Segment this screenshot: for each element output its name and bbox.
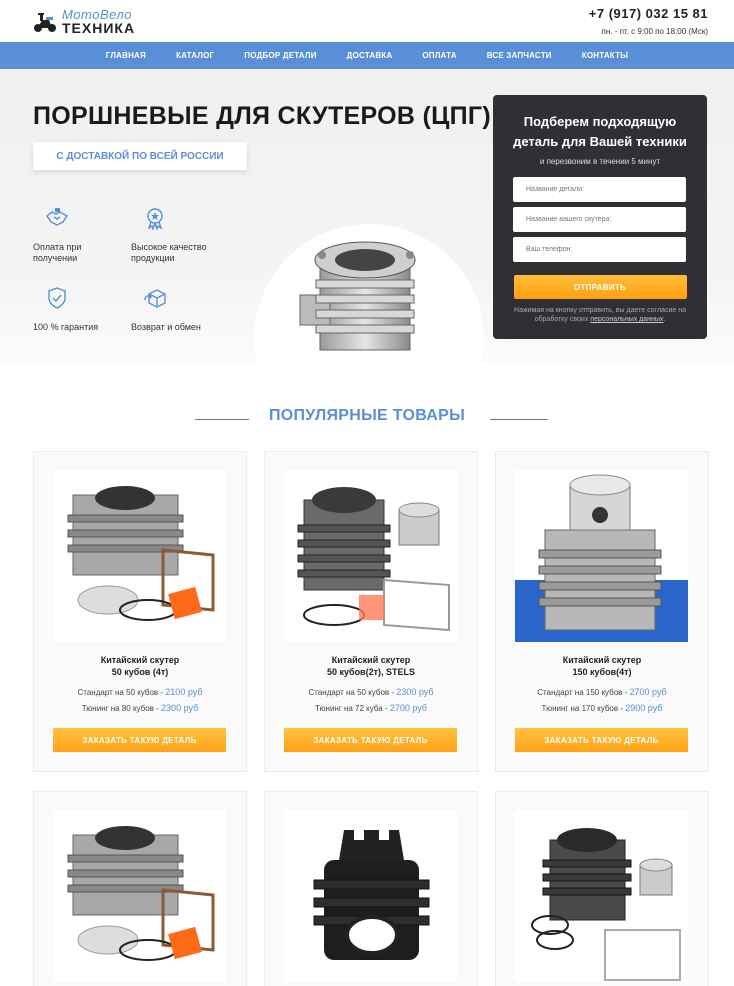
nav-item-contacts[interactable]: КОНТАКТЫ [567, 51, 643, 60]
standard-label: Стандарт на 50 кубов - [308, 688, 395, 697]
product-name-line1: Китайский скутер [562, 655, 642, 665]
standard-label: Стандарт на 50 кубов - [77, 688, 164, 697]
form-title: Подберем подходящую деталь для Вашей тех… [513, 114, 687, 149]
feature-quality-label: Высокое качество продукции [131, 241, 207, 264]
nav-item-catalog[interactable]: КАТАЛОГ [161, 51, 229, 60]
product-card: Китайский скутер 150 кубов(4т) Стандарт … [495, 451, 709, 772]
tuning-label: Тюнинг на 72 куба - [314, 704, 388, 713]
header-contacts: +7 (917) 032 15 81 пн. - пт. с 9:00 по 1… [589, 6, 708, 36]
product-name-line1: Китайский скутер [331, 655, 411, 665]
product-card [33, 791, 247, 986]
popular-products-heading: ПОПУЛЯРНЫЕ ТОВАРЫ [0, 407, 734, 425]
delivery-badge: С ДОСТАВКОЙ ПО ВСЕЙ РОССИИ [33, 142, 247, 170]
tuning-price: 2900 руб [625, 703, 663, 713]
work-hours: пн. - пт. с 9:00 по 18:00 (Мск) [601, 27, 708, 36]
product-image [515, 810, 688, 982]
feature-payment-label: Оплата при получении [33, 241, 82, 264]
standard-price-line: Стандарт на 50 кубов - 2100 руб [34, 687, 246, 697]
tuning-price: 2300 руб [161, 703, 199, 713]
order-part-button[interactable]: ЗАКАЗАТЬ ТАКУЮ ДЕТАЛЬ [284, 728, 457, 752]
part-name-input[interactable] [513, 177, 686, 202]
tuning-price-line: Тюнинг на 80 кубов - 2300 руб [34, 703, 246, 713]
scooter-logo-icon [34, 13, 56, 32]
product-image [53, 810, 226, 982]
shield-check-icon [48, 287, 66, 309]
return-box-icon [144, 289, 166, 308]
product-name-line2: 50 кубов(2т), STELS [326, 667, 416, 678]
order-part-button[interactable]: ЗАКАЗАТЬ ТАКУЮ ДЕТАЛЬ [515, 728, 688, 752]
feature-warranty-label: 100 % гарантия [33, 321, 99, 332]
nav-item-home[interactable]: ГЛАВНАЯ [91, 51, 161, 60]
product-name: Китайский скутер 150 кубов(4т) [496, 654, 708, 678]
feature-quality: Высокое качество продукции [131, 206, 221, 265]
product-card [264, 791, 478, 986]
product-card: Китайский скутер 50 кубов (4т) Стандарт … [33, 451, 247, 772]
standard-price-line: Стандарт на 50 кубов - 2300 руб [265, 687, 477, 697]
consent-note: Нажимая на кнопку отправить, вы даете со… [513, 306, 687, 325]
tuning-price-line: Тюнинг на 170 кубов - 2900 руб [496, 703, 708, 713]
product-image [284, 470, 457, 642]
quality-badge-icon [147, 208, 163, 232]
standard-label: Стандарт на 150 кубов - [537, 688, 628, 697]
cylinder-product-image [299, 241, 416, 351]
hero-section: ПОРШНЕВЫЕ ДЛЯ СКУТЕРОВ (ЦПГ) С ДОСТАВКОЙ… [0, 69, 734, 454]
standard-price-line: Стандарт на 150 кубов - 2700 руб [496, 687, 708, 697]
standard-price: 2100 руб [165, 687, 203, 697]
phone-input[interactable] [513, 237, 686, 262]
tuning-label: Тюнинг на 170 кубов - [541, 704, 624, 713]
handshake-icon [46, 208, 68, 226]
feature-return: Возврат и обмен [131, 286, 211, 333]
nav-item-all-parts[interactable]: ВСЕ ЗАПЧАСТИ [472, 51, 567, 60]
logo[interactable]: МотоВело ТЕХНИКА [32, 8, 135, 35]
product-name: Китайский скутер 50 кубов (4т) [34, 654, 246, 678]
phone-number[interactable]: +7 (917) 032 15 81 [589, 6, 708, 21]
main-nav: ГЛАВНАЯ КАТАЛОГ ПОДБОР ДЕТАЛИ ДОСТАВКА О… [0, 42, 734, 69]
tuning-price-line: Тюнинг на 72 куба - 2700 руб [265, 703, 477, 713]
callback-form: Подберем подходящую деталь для Вашей тех… [493, 95, 707, 339]
logo-line2: ТЕХНИКА [62, 19, 136, 36]
nav-item-payment[interactable]: ОПЛАТА [407, 51, 471, 60]
tuning-price: 2700 руб [389, 703, 428, 713]
consent-suffix: . [663, 316, 666, 324]
product-card: Китайский скутер 50 кубов(2т), STELS Ста… [264, 451, 478, 772]
feature-return-label: Возврат и обмен [131, 321, 201, 332]
product-image [53, 470, 226, 642]
product-name-line2: 150 кубов(4т) [572, 667, 632, 678]
product-name-line2: 50 кубов (4т) [111, 667, 169, 678]
nav-item-delivery[interactable]: ДОСТАВКА [332, 51, 408, 60]
product-name-line1: Китайский скутер [100, 655, 180, 665]
product-image [284, 810, 457, 982]
logo-line1: МотоВело [62, 6, 133, 22]
nav-item-part-selection[interactable]: ПОДБОР ДЕТАЛИ [229, 51, 331, 60]
standard-price: 2300 руб [396, 687, 434, 697]
standard-price: 2700 руб [629, 687, 667, 697]
site-header: МотоВело ТЕХНИКА +7 (917) 032 15 81 пн. … [0, 0, 734, 42]
scooter-name-input[interactable] [513, 207, 686, 232]
feature-payment: Оплата при получении [33, 206, 103, 265]
product-name: Китайский скутер 50 кубов(2т), STELS [265, 654, 477, 678]
personal-data-link[interactable]: персональных данных [590, 316, 663, 323]
hero-title: ПОРШНЕВЫЕ ДЛЯ СКУТЕРОВ (ЦПГ) [33, 102, 492, 130]
tuning-label: Тюнинг на 80 кубов - [81, 704, 159, 713]
form-subtitle: и перезвоним в течении 5 минут [539, 157, 661, 166]
order-part-button[interactable]: ЗАКАЗАТЬ ТАКУЮ ДЕТАЛЬ [53, 728, 226, 752]
popular-products-title: ПОПУЛЯРНЫЕ ТОВАРЫ [248, 407, 486, 424]
product-card [495, 791, 709, 986]
submit-button[interactable]: ОТПРАВИТЬ [513, 275, 687, 299]
feature-warranty: 100 % гарантия [33, 286, 113, 333]
product-image [515, 470, 688, 642]
